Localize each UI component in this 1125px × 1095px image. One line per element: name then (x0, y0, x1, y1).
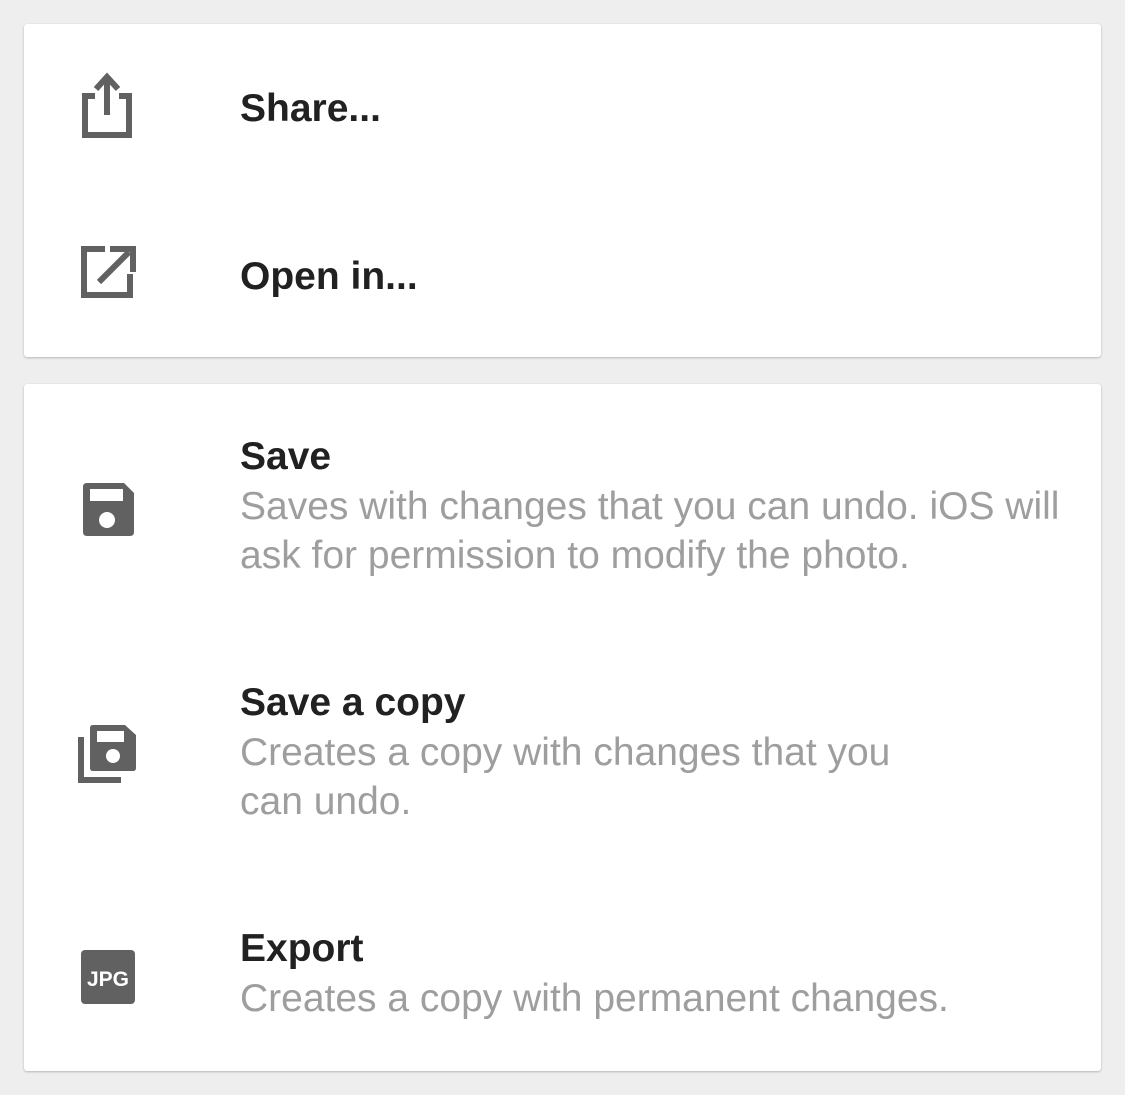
share-icon (78, 72, 138, 142)
open-in-label: Open in... (240, 255, 418, 298)
save-copy-item[interactable]: Save a copy Creates a copy with changes … (24, 624, 1101, 874)
jpg-icon-text: JPG (87, 968, 129, 991)
save-options-card: Save Saves with changes that you can und… (24, 384, 1101, 1071)
export-label: Export (240, 927, 364, 970)
save-copy-description: Creates a copy with changes that you can… (240, 731, 891, 823)
share-label: Share... (240, 87, 381, 130)
share-item[interactable]: Share... (24, 24, 1101, 194)
export-item[interactable]: JPG Export Creates a copy with permanent… (24, 874, 1101, 1071)
open-in-item[interactable]: Open in... (24, 194, 1101, 357)
save-copy-label: Save a copy (240, 681, 466, 724)
open-in-new-icon (78, 240, 138, 310)
save-label: Save (240, 435, 332, 478)
save-copy-icon (76, 720, 136, 790)
save-item[interactable]: Save Saves with changes that you can und… (24, 384, 1101, 624)
jpg-icon: JPG (78, 950, 138, 1020)
save-icon (78, 477, 138, 547)
export-description: Creates a copy with permanent changes. (240, 977, 949, 1020)
share-options-card: Share... Open in... (24, 24, 1101, 357)
save-description: Saves with changes that you can undo. iO… (240, 485, 1060, 577)
